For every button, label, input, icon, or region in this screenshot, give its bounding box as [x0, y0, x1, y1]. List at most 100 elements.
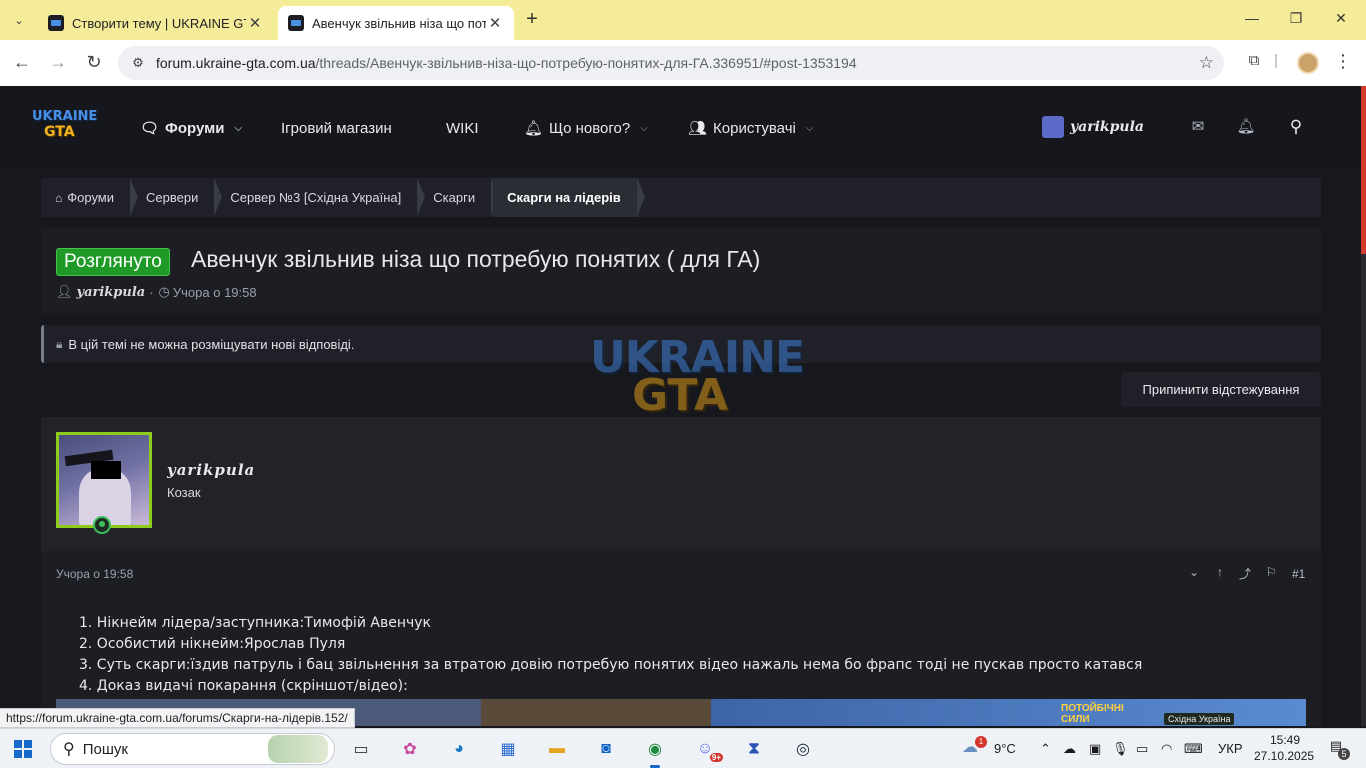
- breadcrumb-leader-complaints[interactable]: Скарги на лідерів: [493, 178, 645, 217]
- reload-icon[interactable]: ↻: [82, 51, 106, 75]
- breadcrumb-label: Скарги на лідерів: [507, 190, 621, 205]
- site-logo[interactable]: UKRAINE GTA: [32, 109, 98, 150]
- users-icon: 👥︎: [688, 120, 708, 137]
- address-bar[interactable]: ⚙ forum.ukraine-gta.com.ua/threads/Авенч…: [118, 46, 1224, 80]
- breadcrumb-server-3[interactable]: Сервер №3 [Східна Україна]: [216, 178, 426, 217]
- outlook-icon[interactable]: ◙: [591, 734, 621, 764]
- tab-current-thread[interactable]: Авенчук звільнив ніза що потребую ✕: [278, 6, 514, 40]
- share-icon[interactable]: ⤴: [1236, 565, 1254, 583]
- bookmark-icon[interactable]: ⚐: [1262, 565, 1280, 583]
- reactions-chevron-icon[interactable]: ⌄: [1185, 565, 1203, 583]
- tab-title: Створити тему | UKRAINE GTA: [72, 15, 246, 31]
- page-scrollbar-thumb[interactable]: [1361, 86, 1366, 254]
- unwatch-button[interactable]: Припинити відстежування: [1121, 372, 1321, 407]
- window-close-icon[interactable]: ✕: [1331, 10, 1351, 30]
- chevron-down-icon[interactable]: ⌵: [806, 123, 814, 134]
- minimize-icon[interactable]: —: [1242, 10, 1262, 30]
- image-caption: Східна Україна: [1164, 713, 1235, 725]
- launcher-icon[interactable]: ⧗: [739, 734, 769, 764]
- weather-temp[interactable]: 9°C: [994, 741, 1016, 756]
- nav-whats-new-label: Що нового?: [549, 119, 631, 137]
- search-icon[interactable]: ⚲: [1285, 117, 1307, 139]
- windows-start-icon[interactable]: [14, 740, 32, 758]
- profile-avatar[interactable]: [1297, 52, 1319, 74]
- chevron-down-icon[interactable]: ⌵: [640, 123, 648, 134]
- language-indicator[interactable]: УКР: [1218, 741, 1243, 756]
- page-title: Авенчук звільнив ніза що потребую поняти…: [191, 246, 761, 272]
- thread-date[interactable]: Учора о 19:58: [173, 285, 257, 300]
- site-info-icon[interactable]: ⚙: [128, 53, 148, 73]
- nav-forums[interactable]: 🗨 Форуми ⌵: [140, 116, 242, 140]
- camera-icon[interactable]: ▣: [1089, 741, 1101, 757]
- tab-create-thread[interactable]: Створити тему | UKRAINE GTA ✕: [38, 6, 274, 40]
- post-line: 1. Нікнейм лідера/заступника:Тимофій Аве…: [79, 615, 431, 631]
- post: yarikpula Козак Учора о 19:58 ⌄ ↑ ⤴ ⚐ #1…: [41, 417, 1321, 726]
- post-username[interactable]: yarikpula: [167, 461, 255, 479]
- ukraine-gta-favicon-icon: [288, 15, 304, 31]
- clock-time: 15:49: [1269, 733, 1300, 747]
- discord-icon[interactable]: ☺ 9+: [690, 734, 723, 764]
- account-username: yarikpula: [1070, 119, 1144, 135]
- system-clock[interactable]: 15:49 27.10.2025: [1254, 732, 1315, 764]
- microphone-icon[interactable]: 🎙︎: [1112, 741, 1129, 757]
- new-tab-button[interactable]: +: [520, 8, 544, 32]
- avatar[interactable]: [56, 432, 152, 528]
- nav-users[interactable]: 👥︎ Користувачі ⌵: [688, 116, 813, 140]
- arrow-up-icon[interactable]: ↑: [1211, 565, 1229, 583]
- close-icon[interactable]: ✕: [486, 14, 504, 32]
- chevron-down-icon[interactable]: ⌵: [234, 123, 242, 134]
- url-text[interactable]: forum.ukraine-gta.com.ua/threads/Авенчук…: [156, 55, 857, 71]
- alerts-bell-icon[interactable]: 🔔︎: [1235, 117, 1257, 139]
- chrome-icon[interactable]: ◉: [640, 734, 670, 768]
- breadcrumb-forums[interactable]: ⌂ Форуми: [41, 178, 139, 217]
- cloud-offline-icon[interactable]: ☁: [1063, 741, 1076, 757]
- battery-icon[interactable]: ▭: [1136, 741, 1148, 757]
- clock-date: 27.10.2025: [1254, 749, 1315, 763]
- thread-author[interactable]: yarikpula: [77, 285, 146, 300]
- chat-icon: 🗨: [140, 120, 160, 137]
- tab-title: Авенчук звільнив ніза що потребую: [312, 15, 486, 31]
- breadcrumb-servers[interactable]: Сервери: [132, 178, 223, 217]
- extensions-puzzle-icon[interactable]: ⧉: [1243, 52, 1265, 74]
- steam-icon[interactable]: ◎: [788, 734, 818, 764]
- breadcrumb-complaints[interactable]: Скарги: [419, 178, 499, 217]
- thread-meta: 👤︎ yarikpula · ◷ Учора о 19:58: [56, 284, 257, 300]
- edge-icon[interactable]: ◕: [444, 734, 474, 764]
- bell-icon: 🔔︎: [524, 120, 544, 137]
- store-icon[interactable]: ▦: [493, 734, 523, 764]
- clock-icon: ◷: [158, 284, 170, 299]
- forum-page: UKRAINE GTA 🗨 Форуми ⌵ Ігровий магазин W…: [0, 86, 1361, 726]
- url-host: forum.ukraine-gta.com.ua: [156, 55, 316, 71]
- nav-users-label: Користувачі: [713, 119, 796, 137]
- keyboard-icon[interactable]: ⌨: [1184, 741, 1203, 757]
- close-icon[interactable]: ✕: [246, 14, 264, 32]
- inbox-icon[interactable]: ✉: [1187, 117, 1209, 139]
- watermark-logo: UKRAINE GTA: [590, 336, 805, 426]
- nav-game-store[interactable]: Ігровий магазин: [281, 116, 392, 140]
- breadcrumb-label: Сервер №3 [Східна Україна]: [230, 190, 402, 205]
- nav-whats-new[interactable]: 🔔︎ Що нового? ⌵: [524, 116, 648, 140]
- locked-notice-text: В цій темі не можна розміщувати нові від…: [68, 336, 355, 352]
- status-badge[interactable]: Розглянуто: [56, 248, 170, 276]
- back-arrow-icon[interactable]: ←: [10, 51, 34, 75]
- browser-menu-icon[interactable]: ⋮: [1334, 51, 1352, 72]
- breadcrumb: ⌂ Форуми Сервери Сервер №3 [Східна Украї…: [41, 178, 1321, 217]
- post-number[interactable]: #1: [1292, 567, 1305, 581]
- tray-chevron-icon[interactable]: ⌃: [1040, 741, 1051, 757]
- post-date[interactable]: Учора о 19:58: [56, 567, 133, 581]
- taskbar-search[interactable]: ⚲ Пошук: [50, 733, 335, 765]
- task-view-icon[interactable]: ▭: [346, 734, 376, 764]
- forward-arrow-icon[interactable]: →: [46, 51, 70, 75]
- file-explorer-icon[interactable]: ▬: [542, 734, 572, 764]
- restore-icon[interactable]: ❐: [1286, 10, 1306, 30]
- nav-wiki[interactable]: WIKI: [446, 116, 479, 140]
- notifications-icon[interactable]: ▤ 5: [1326, 738, 1350, 760]
- nav-game-store-label: Ігровий магазин: [281, 119, 392, 137]
- bookmark-star-icon[interactable]: ☆: [1199, 53, 1214, 73]
- logo-text-ukraine: UKRAINE: [32, 109, 98, 124]
- wifi-icon[interactable]: ◠: [1161, 741, 1172, 757]
- tab-search-button[interactable]: ⌄: [6, 7, 32, 33]
- account-menu[interactable]: yarikpula: [1042, 116, 1144, 138]
- copilot-icon[interactable]: ✿: [395, 734, 425, 764]
- weather-badge: 1: [975, 736, 987, 748]
